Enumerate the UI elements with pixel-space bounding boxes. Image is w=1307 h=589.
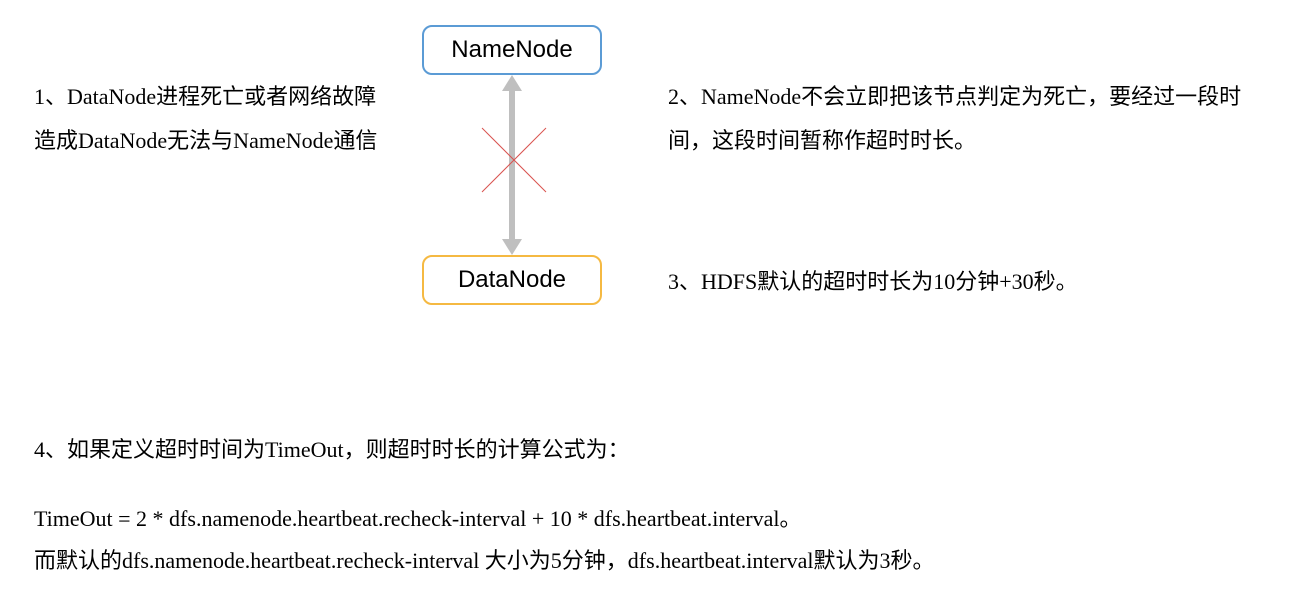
arrow-down-icon bbox=[502, 239, 522, 255]
point-4-text: 4、如果定义超时时间为TimeOut，则超时时长的计算公式为： bbox=[34, 428, 1274, 472]
point-2-text: 2、NameNode不会立即把该节点判定为死亡，要经过一段时间，这段时间暂称作超… bbox=[668, 75, 1268, 163]
datanode-box: DataNode bbox=[422, 255, 602, 305]
formula-text: TimeOut = 2 * dfs.namenode.heartbeat.rec… bbox=[34, 498, 1274, 582]
namenode-box: NameNode bbox=[422, 25, 602, 75]
namenode-label: NameNode bbox=[451, 36, 572, 64]
formula-line-2: 而默认的dfs.namenode.heartbeat.recheck-inter… bbox=[34, 540, 1274, 582]
formula-line-1: TimeOut = 2 * dfs.namenode.heartbeat.rec… bbox=[34, 498, 1274, 540]
cross-icon bbox=[474, 120, 554, 200]
datanode-label: DataNode bbox=[458, 266, 566, 294]
point-3-text: 3、HDFS默认的超时时长为10分钟+30秒。 bbox=[668, 260, 1268, 304]
point-1-text: 1、DataNode进程死亡或者网络故障造成DataNode无法与NameNod… bbox=[34, 75, 384, 163]
